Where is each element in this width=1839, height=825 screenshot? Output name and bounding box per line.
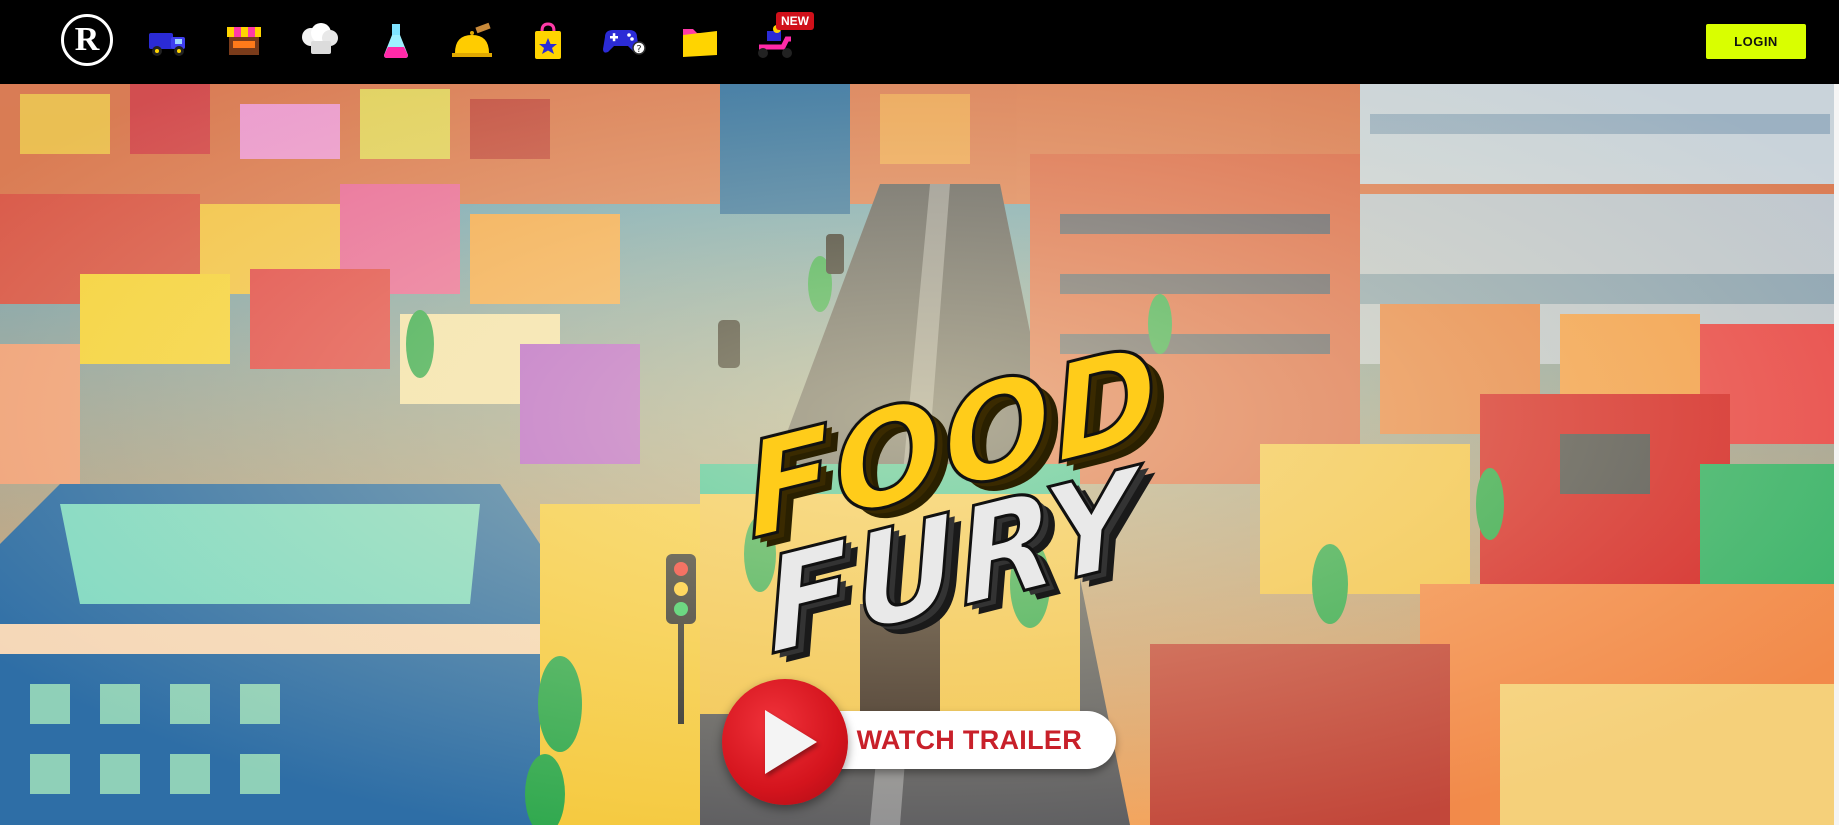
nav-item-scooter[interactable]: NEW [750,12,814,66]
service-bell-icon [452,22,492,57]
game-nav: ? NEW [142,12,814,66]
play-button[interactable] [722,679,848,805]
truck-icon [149,33,185,56]
chef-hat-icon [302,23,338,54]
flask-icon [384,24,408,58]
shopping-bag-icon [535,22,561,59]
shop-stall-icon [227,27,261,55]
nav-item-truck[interactable] [142,16,194,66]
hero-banner: FOOD FURY WATCH TRAILER [0,84,1839,825]
nav-item-chef-hat[interactable] [294,16,346,66]
nav-item-folder[interactable] [674,16,726,66]
svg-text:?: ? [636,44,641,55]
food-fury-logo: FOOD FURY [700,313,1169,687]
nav-item-flask[interactable] [370,16,422,66]
folder-icon [683,29,717,57]
login-button[interactable]: LOGIN [1706,24,1806,59]
watch-trailer-button[interactable]: WATCH TRAILER [720,677,1120,807]
page-scrollbar[interactable] [1834,84,1839,825]
play-icon [765,710,817,774]
nav-item-shopping-bag[interactable] [522,16,574,66]
nav-item-service-bell[interactable] [446,16,498,66]
nav-item-gamepad[interactable]: ? [598,16,650,66]
gamepad-icon: ? [603,30,646,55]
nav-item-shop-stall[interactable] [218,16,270,66]
top-navigation-bar: R ? NEW LOGIN [0,0,1839,84]
logo-letter: R [74,21,100,58]
site-logo[interactable]: R [61,14,113,66]
trailer-label: WATCH TRAILER [856,724,1082,755]
new-badge: NEW [776,12,814,30]
